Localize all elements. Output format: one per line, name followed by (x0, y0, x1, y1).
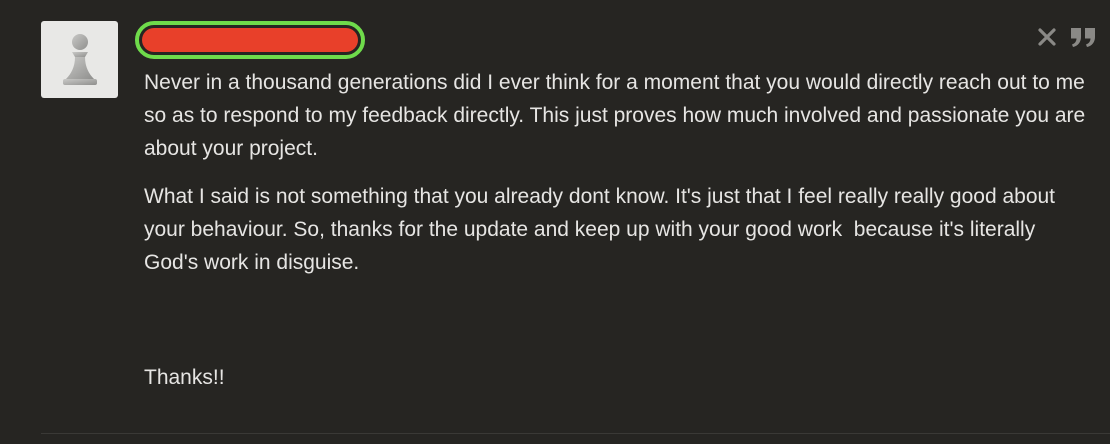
redaction-mark (142, 28, 358, 52)
close-button[interactable] (1034, 24, 1060, 50)
quote-icon (1071, 28, 1095, 47)
divider (41, 433, 1110, 434)
comment: Never in a thousand generations did I ev… (0, 0, 1110, 444)
avatar[interactable] (41, 21, 118, 98)
comment-body: Never in a thousand generations did I ev… (144, 66, 1094, 409)
comment-signoff: Thanks!! (144, 366, 225, 389)
username-redacted[interactable] (135, 21, 365, 59)
comment-actions (1034, 24, 1096, 50)
quote-button[interactable] (1070, 24, 1096, 50)
close-icon (1038, 28, 1056, 46)
comment-paragraph: What I said is not something that you al… (144, 185, 1061, 274)
pawn-icon (62, 33, 97, 85)
comment-paragraph: Never in a thousand generations did I ev… (144, 71, 1092, 160)
